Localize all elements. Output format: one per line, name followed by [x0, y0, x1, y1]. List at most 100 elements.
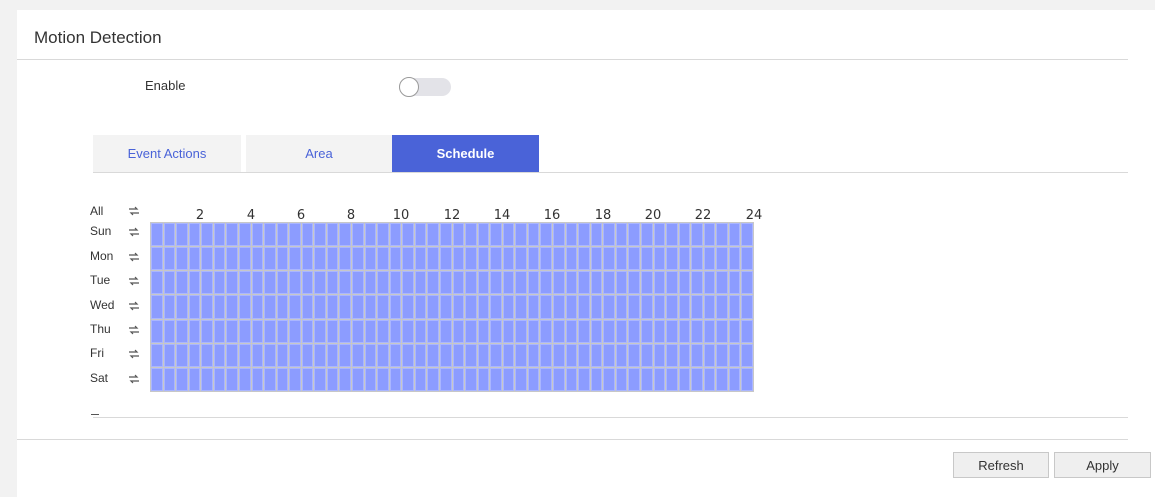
- schedule-cell[interactable]: [540, 223, 552, 247]
- schedule-cell[interactable]: [502, 247, 515, 271]
- schedule-cell[interactable]: [691, 343, 703, 367]
- schedule-cell[interactable]: [389, 319, 402, 343]
- schedule-cell[interactable]: [741, 271, 753, 295]
- schedule-cell[interactable]: [678, 247, 691, 271]
- schedule-cell[interactable]: [264, 247, 276, 271]
- schedule-cell[interactable]: [389, 367, 402, 391]
- schedule-cell[interactable]: [364, 295, 377, 319]
- schedule-cell[interactable]: [439, 343, 452, 367]
- schedule-cell[interactable]: [465, 319, 477, 343]
- schedule-cell[interactable]: [653, 247, 666, 271]
- schedule-cell[interactable]: [553, 295, 565, 319]
- schedule-cell[interactable]: [326, 367, 339, 391]
- schedule-cell[interactable]: [276, 271, 289, 295]
- repeat-fri-icon[interactable]: [128, 347, 140, 359]
- schedule-cell[interactable]: [527, 343, 540, 367]
- schedule-cell[interactable]: [326, 247, 339, 271]
- schedule-cell[interactable]: [226, 343, 238, 367]
- schedule-cell[interactable]: [603, 247, 615, 271]
- schedule-cell[interactable]: [414, 319, 427, 343]
- schedule-cell[interactable]: [151, 271, 163, 295]
- schedule-cell[interactable]: [565, 319, 578, 343]
- schedule-cell[interactable]: [289, 367, 301, 391]
- schedule-cell[interactable]: [314, 319, 326, 343]
- repeat-tue-icon[interactable]: [128, 274, 140, 286]
- schedule-cell[interactable]: [527, 295, 540, 319]
- schedule-cell[interactable]: [728, 319, 741, 343]
- schedule-cell[interactable]: [741, 295, 753, 319]
- schedule-cell[interactable]: [603, 343, 615, 367]
- schedule-cell[interactable]: [452, 343, 465, 367]
- schedule-cell[interactable]: [666, 319, 678, 343]
- schedule-cell[interactable]: [352, 367, 364, 391]
- schedule-cell[interactable]: [251, 223, 264, 247]
- schedule-cell[interactable]: [339, 271, 351, 295]
- schedule-cell[interactable]: [477, 319, 490, 343]
- schedule-cell[interactable]: [628, 343, 640, 367]
- schedule-cell[interactable]: [565, 223, 578, 247]
- schedule-cell[interactable]: [553, 343, 565, 367]
- schedule-cell[interactable]: [201, 223, 213, 247]
- schedule-cell[interactable]: [565, 367, 578, 391]
- schedule-cell[interactable]: [314, 247, 326, 271]
- schedule-cell[interactable]: [578, 319, 590, 343]
- schedule-cell[interactable]: [490, 367, 502, 391]
- schedule-cell[interactable]: [615, 295, 628, 319]
- schedule-cell[interactable]: [238, 367, 251, 391]
- schedule-cell[interactable]: [352, 343, 364, 367]
- schedule-cell[interactable]: [439, 319, 452, 343]
- schedule-cell[interactable]: [691, 271, 703, 295]
- schedule-cell[interactable]: [213, 295, 226, 319]
- schedule-cell[interactable]: [653, 295, 666, 319]
- schedule-cell[interactable]: [653, 343, 666, 367]
- schedule-cell[interactable]: [640, 271, 653, 295]
- schedule-cell[interactable]: [741, 343, 753, 367]
- schedule-cell[interactable]: [640, 343, 653, 367]
- schedule-cell[interactable]: [377, 319, 389, 343]
- schedule-cell[interactable]: [477, 295, 490, 319]
- schedule-cell[interactable]: [527, 367, 540, 391]
- schedule-cell[interactable]: [653, 223, 666, 247]
- schedule-cell[interactable]: [176, 295, 188, 319]
- schedule-cell[interactable]: [527, 247, 540, 271]
- schedule-cell[interactable]: [188, 295, 201, 319]
- schedule-cell[interactable]: [163, 271, 176, 295]
- schedule-cell[interactable]: [691, 223, 703, 247]
- schedule-cell[interactable]: [728, 271, 741, 295]
- schedule-cell[interactable]: [615, 223, 628, 247]
- schedule-cell[interactable]: [578, 295, 590, 319]
- schedule-cell[interactable]: [578, 223, 590, 247]
- schedule-cell[interactable]: [578, 271, 590, 295]
- schedule-cell[interactable]: [553, 247, 565, 271]
- schedule-cell[interactable]: [176, 367, 188, 391]
- schedule-cell[interactable]: [414, 247, 427, 271]
- schedule-cell[interactable]: [414, 295, 427, 319]
- schedule-cell[interactable]: [666, 247, 678, 271]
- schedule-cell[interactable]: [213, 247, 226, 271]
- schedule-cell[interactable]: [364, 223, 377, 247]
- schedule-cell[interactable]: [477, 247, 490, 271]
- schedule-cell[interactable]: [590, 367, 603, 391]
- schedule-cell[interactable]: [427, 319, 439, 343]
- schedule-cell[interactable]: [590, 343, 603, 367]
- schedule-cell[interactable]: [289, 247, 301, 271]
- schedule-cell[interactable]: [502, 295, 515, 319]
- schedule-cell[interactable]: [414, 223, 427, 247]
- schedule-cell[interactable]: [452, 295, 465, 319]
- schedule-cell[interactable]: [490, 319, 502, 343]
- schedule-cell[interactable]: [640, 247, 653, 271]
- repeat-mon-icon[interactable]: [128, 250, 140, 262]
- schedule-cell[interactable]: [226, 223, 238, 247]
- schedule-cell[interactable]: [163, 295, 176, 319]
- schedule-cell[interactable]: [741, 223, 753, 247]
- schedule-cell[interactable]: [427, 223, 439, 247]
- schedule-cell[interactable]: [628, 295, 640, 319]
- schedule-cell[interactable]: [226, 319, 238, 343]
- schedule-cell[interactable]: [540, 295, 552, 319]
- schedule-cell[interactable]: [477, 223, 490, 247]
- schedule-cell[interactable]: [201, 367, 213, 391]
- schedule-cell[interactable]: [666, 271, 678, 295]
- schedule-cell[interactable]: [578, 343, 590, 367]
- schedule-cell[interactable]: [603, 223, 615, 247]
- schedule-cell[interactable]: [439, 223, 452, 247]
